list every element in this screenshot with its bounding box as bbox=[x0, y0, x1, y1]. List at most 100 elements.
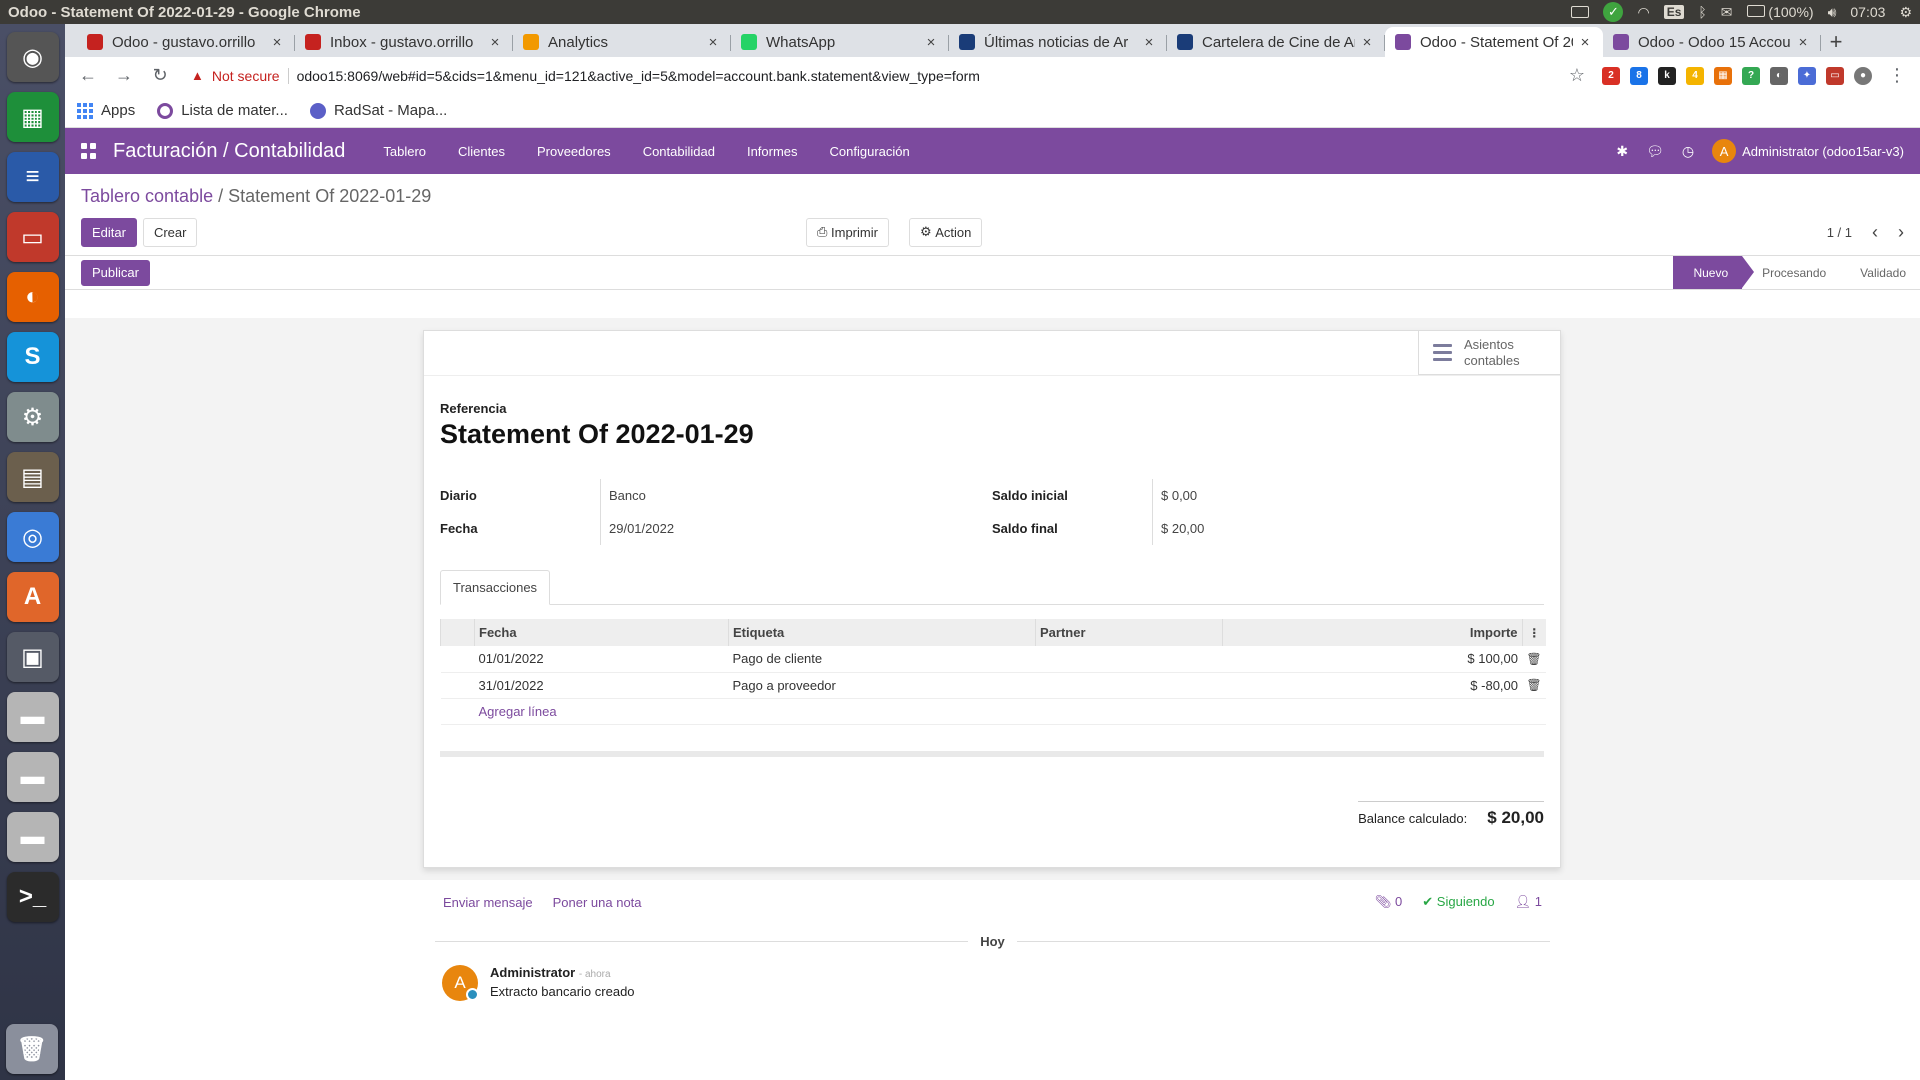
extension-icon[interactable]: ✦ bbox=[1798, 66, 1816, 85]
launcher-settings-icon[interactable]: ⚙ bbox=[6, 392, 59, 442]
author-avatar[interactable]: A bbox=[442, 965, 479, 1001]
debug-bug-icon[interactable]: ✱ bbox=[1616, 143, 1628, 160]
tab-close-icon[interactable]: × bbox=[1359, 34, 1375, 51]
pager-previous-icon[interactable]: ‹ bbox=[1872, 222, 1878, 243]
publish-button[interactable]: Publicar bbox=[81, 259, 150, 286]
launcher-firefox-icon[interactable]: ◐ bbox=[6, 272, 59, 322]
power-gear-icon[interactable]: ⚙ bbox=[1899, 4, 1912, 21]
browser-tab[interactable]: Odoo - gustavo.orrillo × bbox=[77, 27, 295, 57]
messaging-icon[interactable]: 💬︎ bbox=[1646, 143, 1664, 160]
clock[interactable]: 07:03 bbox=[1850, 4, 1885, 20]
launcher-impress-icon[interactable]: ▭ bbox=[6, 212, 59, 262]
user-menu[interactable]: A Administrator (odoo15ar-v3) bbox=[1712, 139, 1904, 163]
message-author[interactable]: Administrator bbox=[490, 965, 575, 980]
launcher-skype-icon[interactable]: S bbox=[6, 332, 59, 382]
cell-partner[interactable] bbox=[1035, 646, 1223, 673]
launcher-ubuntu-icon[interactable]: ◉ bbox=[6, 32, 59, 82]
table-row[interactable]: 31/01/2022 Pago a proveedor $ -80,00 🗑︎ bbox=[440, 672, 1546, 699]
profile-avatar-icon[interactable]: ● bbox=[1854, 66, 1872, 85]
print-button[interactable]: ⎙ Imprimir bbox=[806, 217, 889, 247]
extension-icon[interactable]: ◐ bbox=[1770, 66, 1788, 85]
volume-icon[interactable]: 🔊︎ bbox=[1828, 4, 1837, 21]
cell-date[interactable]: 31/01/2022 bbox=[474, 672, 729, 699]
extension-icon[interactable]: 4 bbox=[1686, 66, 1704, 85]
app-name[interactable]: Facturación / Contabilidad bbox=[113, 140, 345, 163]
browser-tab[interactable]: Inbox - gustavo.orrillo × bbox=[295, 27, 513, 57]
browser-tab[interactable]: Últimas noticias de Ar × bbox=[949, 27, 1167, 57]
bluetooth-icon[interactable]: ᛒ bbox=[1698, 4, 1706, 20]
launcher-window-icon[interactable]: ▣ bbox=[6, 632, 59, 682]
keyboard-indicator[interactable]: Es bbox=[1663, 5, 1685, 19]
menu-informes[interactable]: Informes bbox=[747, 144, 798, 159]
header-label[interactable]: Etiqueta bbox=[728, 619, 1036, 646]
launcher-files-icon[interactable]: ▤ bbox=[6, 452, 59, 502]
cell-amount[interactable]: $ -80,00 bbox=[1222, 672, 1522, 699]
optional-columns-icon[interactable]: ⋮ bbox=[1521, 619, 1546, 646]
cell-partner[interactable] bbox=[1035, 672, 1223, 699]
tab-close-icon[interactable]: × bbox=[1795, 34, 1811, 51]
tab-transactions[interactable]: Transacciones bbox=[440, 570, 551, 605]
add-line-link[interactable]: Agregar línea bbox=[479, 704, 557, 719]
browser-tab[interactable]: Odoo - Statement Of 20 × bbox=[1385, 27, 1603, 57]
launcher-terminal-icon[interactable]: >_ bbox=[6, 872, 59, 922]
followers-button[interactable]: 👤︎ 1 bbox=[1515, 894, 1542, 910]
action-button[interactable]: ⚙ Action bbox=[908, 217, 983, 247]
battery-indicator[interactable]: (100%) bbox=[1746, 4, 1814, 20]
new-tab-button[interactable]: + bbox=[1821, 27, 1851, 57]
following-button[interactable]: ✔ Siguiendo bbox=[1422, 894, 1494, 910]
bookmark-item[interactable]: RadSat - Mapa... bbox=[309, 102, 447, 119]
cell-date[interactable]: 01/01/2022 bbox=[474, 646, 729, 673]
extension-icon[interactable]: k bbox=[1658, 66, 1676, 85]
header-date[interactable]: Fecha bbox=[474, 619, 729, 646]
bookmark-star-icon[interactable]: ☆ bbox=[1562, 61, 1592, 91]
chrome-menu-icon[interactable]: ⋮ bbox=[1882, 61, 1912, 91]
apps-menu-icon[interactable] bbox=[81, 143, 97, 159]
browser-tab[interactable]: WhatsApp × bbox=[731, 27, 949, 57]
menu-tablero[interactable]: Tablero bbox=[383, 144, 426, 159]
attachments-button[interactable]: 📎︎ 0 bbox=[1375, 894, 1402, 910]
update-check-icon[interactable]: ✓ bbox=[1603, 2, 1624, 22]
header-amount[interactable]: Importe bbox=[1222, 619, 1522, 646]
create-button[interactable]: Crear bbox=[142, 217, 198, 247]
browser-tab[interactable]: Cartelera de Cine de Ar × bbox=[1167, 27, 1385, 57]
wifi-icon[interactable]: ◠ bbox=[1637, 4, 1649, 21]
stage-validado[interactable]: Validado bbox=[1840, 256, 1920, 289]
cell-amount[interactable]: $ 100,00 bbox=[1222, 646, 1522, 673]
mail-icon[interactable]: ✉ bbox=[1721, 4, 1733, 21]
stage-nuevo[interactable]: Nuevo bbox=[1673, 256, 1754, 289]
back-icon[interactable]: ← bbox=[73, 61, 103, 91]
trash-icon[interactable]: 🗑︎ bbox=[1522, 672, 1546, 699]
launcher-writer-icon[interactable]: ≡ bbox=[6, 152, 59, 202]
extension-icon[interactable]: ▭ bbox=[1826, 66, 1844, 85]
extension-icon[interactable]: 8 bbox=[1630, 66, 1648, 85]
pager-value[interactable]: 1 / 1 bbox=[1827, 225, 1852, 240]
tab-close-icon[interactable]: × bbox=[923, 34, 939, 51]
screen-icon[interactable] bbox=[1571, 6, 1590, 18]
edit-button[interactable]: Editar bbox=[81, 217, 137, 247]
bookmark-item[interactable]: Lista de mater... bbox=[157, 102, 288, 119]
stage-procesando[interactable]: Procesando bbox=[1742, 256, 1840, 289]
extension-icon[interactable]: 2 bbox=[1602, 66, 1620, 85]
menu-proveedores[interactable]: Proveedores bbox=[537, 144, 611, 159]
launcher-chrome-icon[interactable]: ◎ bbox=[6, 512, 59, 562]
forward-icon[interactable]: → bbox=[109, 61, 139, 91]
menu-clientes[interactable]: Clientes bbox=[458, 144, 505, 159]
smart-button-journal-entries[interactable]: Asientos contables bbox=[1418, 331, 1560, 375]
menu-configuracion[interactable]: Configuración bbox=[830, 144, 910, 159]
extension-icon[interactable]: ? bbox=[1742, 66, 1760, 85]
launcher-calc-icon[interactable]: ▦ bbox=[6, 92, 59, 142]
tab-close-icon[interactable]: × bbox=[1141, 34, 1157, 51]
browser-tab[interactable]: Analytics × bbox=[513, 27, 731, 57]
launcher-software-icon[interactable]: A bbox=[6, 572, 59, 622]
url-text[interactable]: odoo15:8069/web#id=5&cids=1&menu_id=121&… bbox=[297, 68, 980, 84]
header-partner[interactable]: Partner bbox=[1035, 619, 1223, 646]
send-message-button[interactable]: Enviar mensaje bbox=[443, 895, 533, 910]
activity-clock-icon[interactable]: ◷ bbox=[1682, 143, 1694, 160]
bookmark-apps[interactable]: Apps bbox=[77, 102, 135, 119]
reload-icon[interactable]: ↻ bbox=[145, 61, 175, 91]
table-row[interactable]: 01/01/2022 Pago de cliente $ 100,00 🗑︎ bbox=[440, 646, 1546, 673]
cell-label[interactable]: Pago a proveedor bbox=[728, 672, 1036, 699]
tab-close-icon[interactable]: × bbox=[269, 34, 285, 51]
tab-close-icon[interactable]: × bbox=[487, 34, 503, 51]
pager-next-icon[interactable]: › bbox=[1898, 222, 1904, 243]
